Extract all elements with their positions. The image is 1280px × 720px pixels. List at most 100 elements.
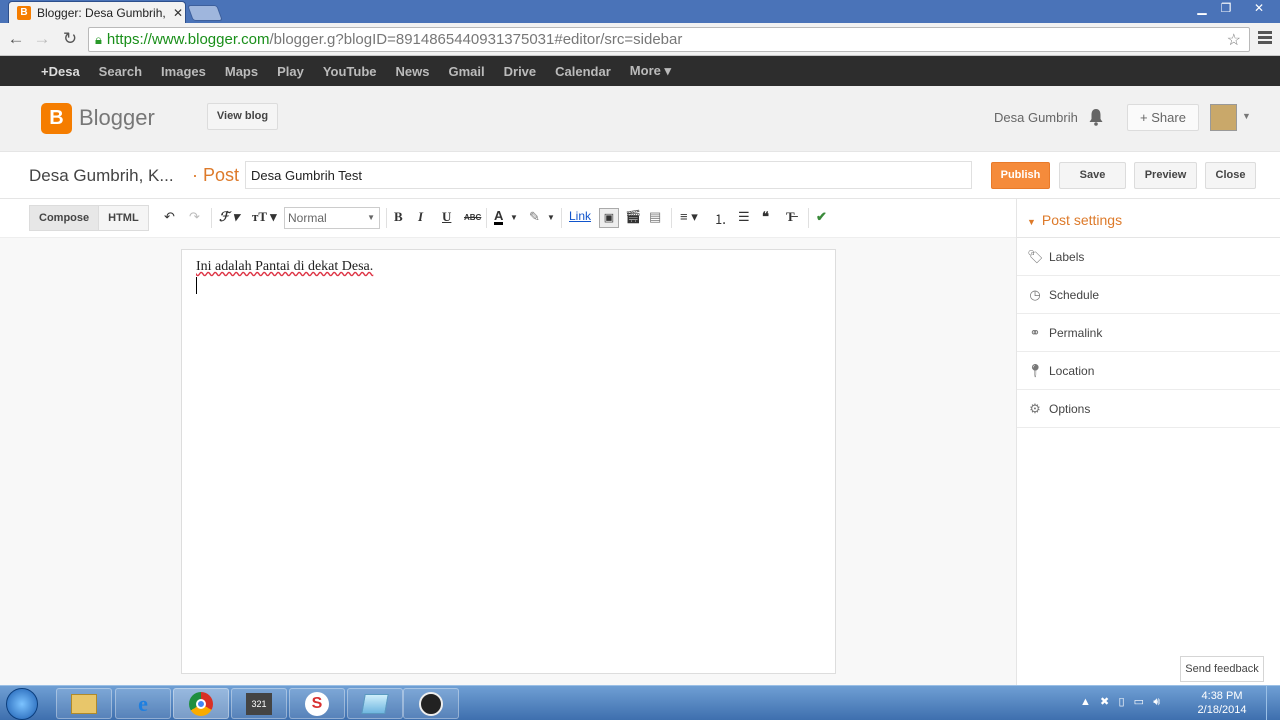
- remove-formatting-icon[interactable]: T̶: [786, 209, 795, 225]
- chevron-down-icon[interactable]: ▼: [510, 213, 518, 222]
- toolbar-separator: [486, 208, 487, 228]
- browser-navbar: ← → ↻ 🔒︎ https://www.blogger.com/blogger…: [0, 23, 1280, 56]
- publish-button[interactable]: Publish: [991, 162, 1050, 189]
- back-icon[interactable]: ←: [6, 29, 26, 49]
- toolbar-separator: [808, 208, 809, 228]
- gbar-item-desa[interactable]: +Desa: [41, 64, 80, 79]
- new-tab-button[interactable]: [187, 5, 223, 21]
- gbar-item-drive[interactable]: Drive: [504, 64, 537, 79]
- gbar-item-news[interactable]: News: [396, 64, 430, 79]
- gbar-item-more[interactable]: More ▾: [630, 63, 671, 79]
- post-settings-label: Post settings: [1041, 212, 1123, 228]
- chrome-menu-icon[interactable]: [1258, 31, 1272, 46]
- app-s-icon[interactable]: S: [289, 688, 345, 719]
- bold-icon[interactable]: B: [394, 209, 403, 225]
- sidebar-item-schedule[interactable]: ◷ Schedule: [1017, 276, 1280, 314]
- google-bar: +Desa Search Images Maps Play YouTube Ne…: [0, 56, 1280, 86]
- gbar-item-youtube[interactable]: YouTube: [323, 64, 377, 79]
- post-body-editor[interactable]: Ini adalah Pantai di dekat Desa.: [181, 249, 836, 674]
- url-path: /blogger.g?blogID=8914865440931375031#ed…: [269, 31, 683, 48]
- post-body-text: Ini adalah Pantai di dekat Desa.: [196, 259, 374, 274]
- sidebar-item-permalink[interactable]: ⚭ Permalink: [1017, 314, 1280, 352]
- link-icon: ⚭: [1029, 324, 1041, 340]
- text-caret: [196, 277, 197, 294]
- text-color-icon[interactable]: A: [494, 209, 504, 225]
- font-family-icon[interactable]: ℱ ▾: [219, 209, 239, 225]
- media-player-icon[interactable]: 321: [231, 688, 287, 719]
- italic-icon[interactable]: I: [418, 209, 423, 225]
- close-button[interactable]: Close: [1205, 162, 1256, 189]
- show-desktop-button[interactable]: [1266, 686, 1280, 720]
- post-title-input[interactable]: [245, 161, 972, 189]
- sidebar-item-label: Options: [1049, 401, 1091, 416]
- share-button[interactable]: + Share: [1127, 104, 1199, 131]
- gbar-item-calendar[interactable]: Calendar: [555, 64, 611, 79]
- quote-icon[interactable]: ❝: [762, 209, 769, 225]
- sidebar-item-labels[interactable]: 🏷︎ Labels: [1017, 238, 1280, 276]
- spellcheck-icon[interactable]: ✔: [816, 209, 827, 225]
- gbar-item-maps[interactable]: Maps: [225, 64, 258, 79]
- app-name[interactable]: Blogger: [79, 105, 155, 131]
- save-button[interactable]: Save: [1059, 162, 1126, 189]
- blogger-logo-icon[interactable]: B: [41, 103, 72, 134]
- gbar-item-play[interactable]: Play: [277, 64, 304, 79]
- tab-close-icon[interactable]: ✕: [173, 6, 183, 20]
- compose-mode-button[interactable]: Compose: [30, 206, 99, 230]
- clock-date: 2/18/2014: [1197, 704, 1247, 716]
- system-tray[interactable]: ▲ ✖ ▯ ▭ 🔊︎: [1080, 695, 1160, 709]
- send-feedback-button[interactable]: Send feedback: [1180, 656, 1264, 682]
- post-settings-heading[interactable]: ▼ Post settings: [1017, 199, 1280, 238]
- internet-explorer-icon[interactable]: e: [115, 688, 171, 719]
- chrome-icon[interactable]: [173, 688, 229, 719]
- highlight-color-icon[interactable]: ✎: [529, 209, 540, 225]
- gbar-item-search[interactable]: Search: [99, 64, 142, 79]
- chevron-down-icon[interactable]: ▼: [1242, 111, 1251, 121]
- user-name[interactable]: Desa Gumbrih: [994, 110, 1078, 125]
- browser-tab[interactable]: B Blogger: Desa Gumbrih, K ✕: [8, 1, 186, 23]
- numbered-list-icon[interactable]: ⒈: [714, 209, 727, 228]
- gbar-item-gmail[interactable]: Gmail: [449, 64, 485, 79]
- preview-button[interactable]: Preview: [1134, 162, 1197, 189]
- insert-jump-break-icon[interactable]: ▤: [649, 209, 661, 225]
- insert-video-icon[interactable]: 🎬︎: [625, 209, 642, 225]
- bulleted-list-icon[interactable]: ☰: [738, 209, 750, 225]
- window-close-icon[interactable]: ✕: [1244, 0, 1274, 18]
- toolbar-separator: [561, 208, 562, 228]
- post-header-bar: Desa Gumbrih, K... · Post Publish Save P…: [0, 152, 1280, 199]
- font-size-icon[interactable]: ᴛT ▾: [252, 209, 277, 225]
- sidebar-item-label: Location: [1049, 363, 1095, 378]
- underline-icon[interactable]: U: [442, 209, 451, 225]
- redo-icon[interactable]: ↷: [189, 209, 200, 225]
- file-explorer-icon[interactable]: [56, 688, 112, 719]
- alignment-icon[interactable]: ≡ ▾: [680, 209, 698, 225]
- lock-icon: 🔒︎: [95, 31, 102, 47]
- gbar-item-images[interactable]: Images: [161, 64, 206, 79]
- taskbar-clock[interactable]: 4:38 PM 2/18/2014: [1196, 689, 1248, 717]
- editor-toolbar: Compose HTML ↶ ↷ ℱ ▾ ᴛT ▾ Normal ▼ B I U…: [0, 199, 1016, 238]
- chevron-down-icon: ▼: [367, 213, 375, 222]
- insert-image-icon[interactable]: ▣: [599, 208, 619, 228]
- avatar[interactable]: [1210, 104, 1237, 131]
- reload-icon[interactable]: ↻: [60, 29, 80, 49]
- notification-bell-icon[interactable]: [1088, 108, 1104, 126]
- forward-icon[interactable]: →: [32, 29, 52, 49]
- minimize-icon[interactable]: ▁: [1190, 0, 1214, 18]
- sidebar-item-location[interactable]: 📍︎ Location: [1017, 352, 1280, 390]
- blog-title[interactable]: Desa Gumbrih, K...: [29, 166, 174, 186]
- sidebar-item-options[interactable]: ⚙ Options: [1017, 390, 1280, 428]
- location-pin-icon: 📍︎: [1027, 362, 1044, 378]
- format-select[interactable]: Normal ▼: [284, 207, 380, 229]
- chevron-down-icon[interactable]: ▼: [547, 213, 555, 222]
- bookmark-star-icon[interactable]: ☆: [1227, 30, 1241, 50]
- address-bar[interactable]: 🔒︎ https://www.blogger.com/blogger.g?blo…: [88, 27, 1250, 52]
- start-button[interactable]: [6, 688, 38, 720]
- view-blog-button[interactable]: View blog: [207, 103, 278, 130]
- restore-icon[interactable]: ❐: [1214, 0, 1238, 18]
- undo-icon[interactable]: ↶: [164, 209, 175, 225]
- post-settings-sidebar: ▼ Post settings 🏷︎ Labels ◷ Schedule ⚭ Pe…: [1016, 199, 1280, 685]
- html-mode-button[interactable]: HTML: [98, 206, 148, 230]
- app-window-icon[interactable]: [347, 688, 403, 719]
- obs-icon[interactable]: [403, 688, 459, 719]
- strikethrough-icon[interactable]: ABC: [464, 213, 481, 222]
- insert-link-button[interactable]: Link: [569, 209, 591, 223]
